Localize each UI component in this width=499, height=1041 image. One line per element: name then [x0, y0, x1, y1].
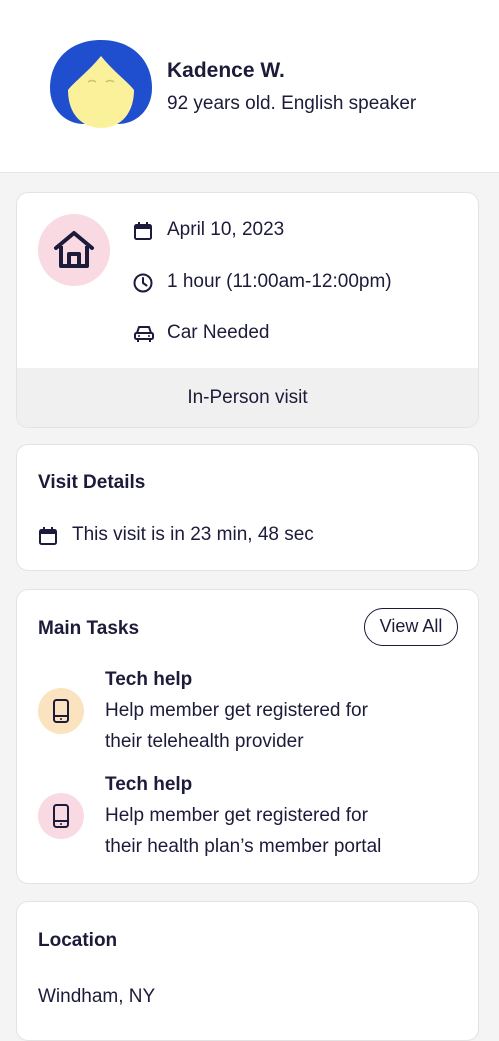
phone-icon — [38, 688, 84, 734]
main-tasks-card: Main Tasks View All Tech help Help membe… — [16, 589, 479, 884]
visit-details-card: Visit Details This visit is in 23 min, 4… — [16, 444, 479, 571]
task-title: Tech help — [105, 669, 193, 690]
calendar-icon — [38, 526, 58, 552]
location-card: Location Windham, NY — [16, 901, 479, 1041]
clock-icon — [133, 273, 153, 299]
visit-summary-card: April 10, 2023 1 hour (11:00am-12:00pm) … — [16, 192, 479, 428]
task-description-line1: Help member get registered for — [105, 805, 368, 826]
calendar-icon — [133, 221, 153, 247]
visit-type-label: In-Person visit — [17, 368, 478, 427]
phone-icon — [38, 793, 84, 839]
location-value: Windham, NY — [38, 986, 156, 1007]
main-tasks-title: Main Tasks — [38, 618, 140, 639]
home-icon — [38, 214, 110, 286]
car-icon — [133, 324, 155, 350]
visit-transport: Car Needed — [167, 322, 270, 343]
task-description-line2: their telehealth provider — [105, 731, 304, 752]
view-all-button[interactable]: View All — [364, 608, 458, 646]
visit-countdown: This visit is in 23 min, 48 sec — [72, 524, 314, 545]
visit-details-title: Visit Details — [38, 472, 146, 493]
avatar — [48, 38, 154, 130]
visit-date: April 10, 2023 — [167, 219, 285, 240]
location-title: Location — [38, 930, 118, 951]
profile-header: Kadence W. 92 years old. English speaker — [0, 0, 499, 173]
task-description-line2: their health plan’s member portal — [105, 836, 382, 857]
task-title: Tech help — [105, 774, 193, 795]
visit-duration: 1 hour (11:00am-12:00pm) — [167, 271, 392, 292]
member-subtitle: 92 years old. English speaker — [167, 93, 417, 114]
task-description-line1: Help member get registered for — [105, 700, 368, 721]
member-name: Kadence W. — [167, 59, 285, 82]
